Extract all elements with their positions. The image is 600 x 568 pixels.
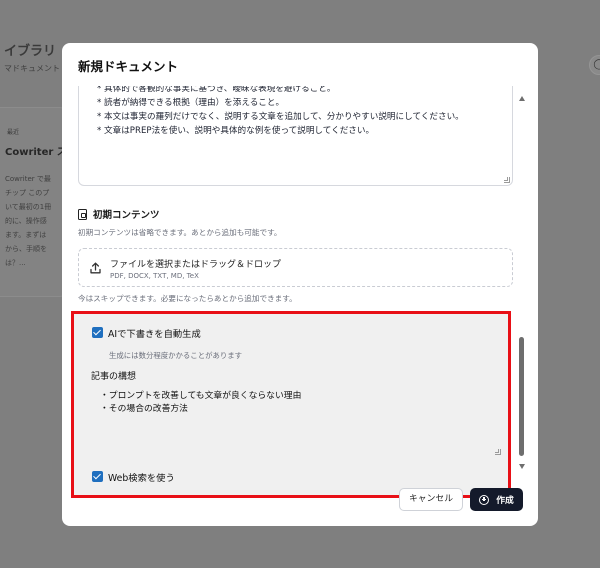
auto-draft-label[interactable]: AIで下書きを自動生成	[108, 326, 201, 340]
background-card-line: から、手順を	[5, 245, 47, 253]
cancel-button[interactable]: キャンセル	[399, 488, 463, 511]
ai-draft-panel: AIで下書きを自動生成 生成には数分程度かかることがあります 記事の構想 ・プロ…	[71, 311, 511, 498]
outline-line: ・その場合の改善方法	[100, 404, 188, 414]
background-page-subtitle: マドキュメント	[4, 64, 60, 73]
plus-circle-icon	[479, 494, 490, 505]
instructions-line: * 本文は事実の羅列だけでなく、説明する文章を追加して、分かりやすい説明にしてく…	[97, 112, 464, 122]
auto-draft-note: 生成には数分程度かかることがあります	[109, 351, 243, 360]
background-card-line: は？...	[5, 259, 26, 267]
resize-handle-icon[interactable]	[495, 449, 501, 455]
web-search-checkbox[interactable]	[92, 471, 103, 482]
create-button-label: 作成	[496, 496, 514, 506]
background-card-line: チップ このプ	[5, 189, 50, 197]
circle-icon: ◯	[589, 55, 600, 75]
web-search-label[interactable]: Web検索を使う	[108, 470, 175, 484]
background-page-title: イブラリ	[4, 44, 57, 59]
background-card-line: いて最初の1冊	[5, 203, 52, 211]
scroll-up-arrow-icon[interactable]	[519, 96, 525, 101]
scrollbar[interactable]	[517, 95, 527, 470]
initial-content-description: 初期コンテンツは省略できます。あとから追加も可能です。	[78, 228, 282, 237]
background-card-title: Cowriter ス	[5, 147, 66, 158]
dropzone-title: ファイルを選択またはドラッグ＆ドロップ	[110, 260, 282, 270]
instructions-textarea[interactable]: * 具体的で客観的な事実に基づき、曖昧な表現を避けること。 * 読者が納得できる…	[78, 86, 513, 186]
outline-line: ・プロンプトを改善しても文章が良くならない理由	[100, 391, 302, 401]
skip-note: 今はスキップできます。必要になったらあとから追加できます。	[78, 294, 297, 303]
background-card-tag: 最近	[7, 129, 20, 136]
upload-icon	[90, 262, 101, 274]
outline-textarea[interactable]: ・プロンプトを改善しても文章が良くならない理由 ・その場合の改善方法	[91, 384, 503, 457]
background-card-line: Cowriter で最	[5, 175, 51, 183]
outline-label: 記事の構想	[91, 372, 137, 382]
file-icon	[78, 208, 87, 220]
create-button[interactable]: 作成	[470, 488, 523, 511]
background-card-preview: Cowriter で最 チップ このプ いて最初の1冊 的に、操作感 ます。まず…	[5, 172, 65, 270]
dialog-title: 新規ドキュメント	[78, 59, 179, 74]
instructions-line: * 具体的で客観的な事実に基づき、曖昧な表現を避けること。	[97, 86, 336, 94]
instructions-line: * 読者が納得できる根拠（理由）を添えること。	[97, 98, 285, 108]
file-dropzone[interactable]: ファイルを選択またはドラッグ＆ドロップ PDF, DOCX, TXT, MD, …	[78, 248, 513, 287]
resize-handle-icon[interactable]	[504, 177, 510, 183]
initial-content-title: 初期コンテンツ	[93, 210, 160, 221]
background-card-line: ます。まずは	[5, 231, 47, 239]
dialog-scroll-area[interactable]: * 具体的で客観的な事実に基づき、曖昧な表現を避けること。 * 読者が納得できる…	[62, 86, 538, 513]
dropzone-formats: PDF, DOCX, TXT, MD, TeX	[110, 272, 199, 280]
scrollbar-thumb[interactable]	[519, 337, 524, 456]
background-card-line: 的に、操作感	[5, 217, 47, 225]
background-document-card: 最近 Cowriter ス Cowriter で最 チップ このプ いて最初の1…	[0, 107, 66, 297]
auto-draft-checkbox[interactable]	[92, 327, 103, 338]
scroll-down-arrow-icon[interactable]	[519, 464, 525, 469]
initial-content-header: 初期コンテンツ	[78, 207, 160, 221]
instructions-line: * 文章はPREP法を使い、説明や具体的な例を使って説明してください。	[97, 126, 375, 136]
new-document-dialog: 新規ドキュメント * 具体的で客観的な事実に基づき、曖昧な表現を避けること。 *…	[62, 43, 538, 526]
